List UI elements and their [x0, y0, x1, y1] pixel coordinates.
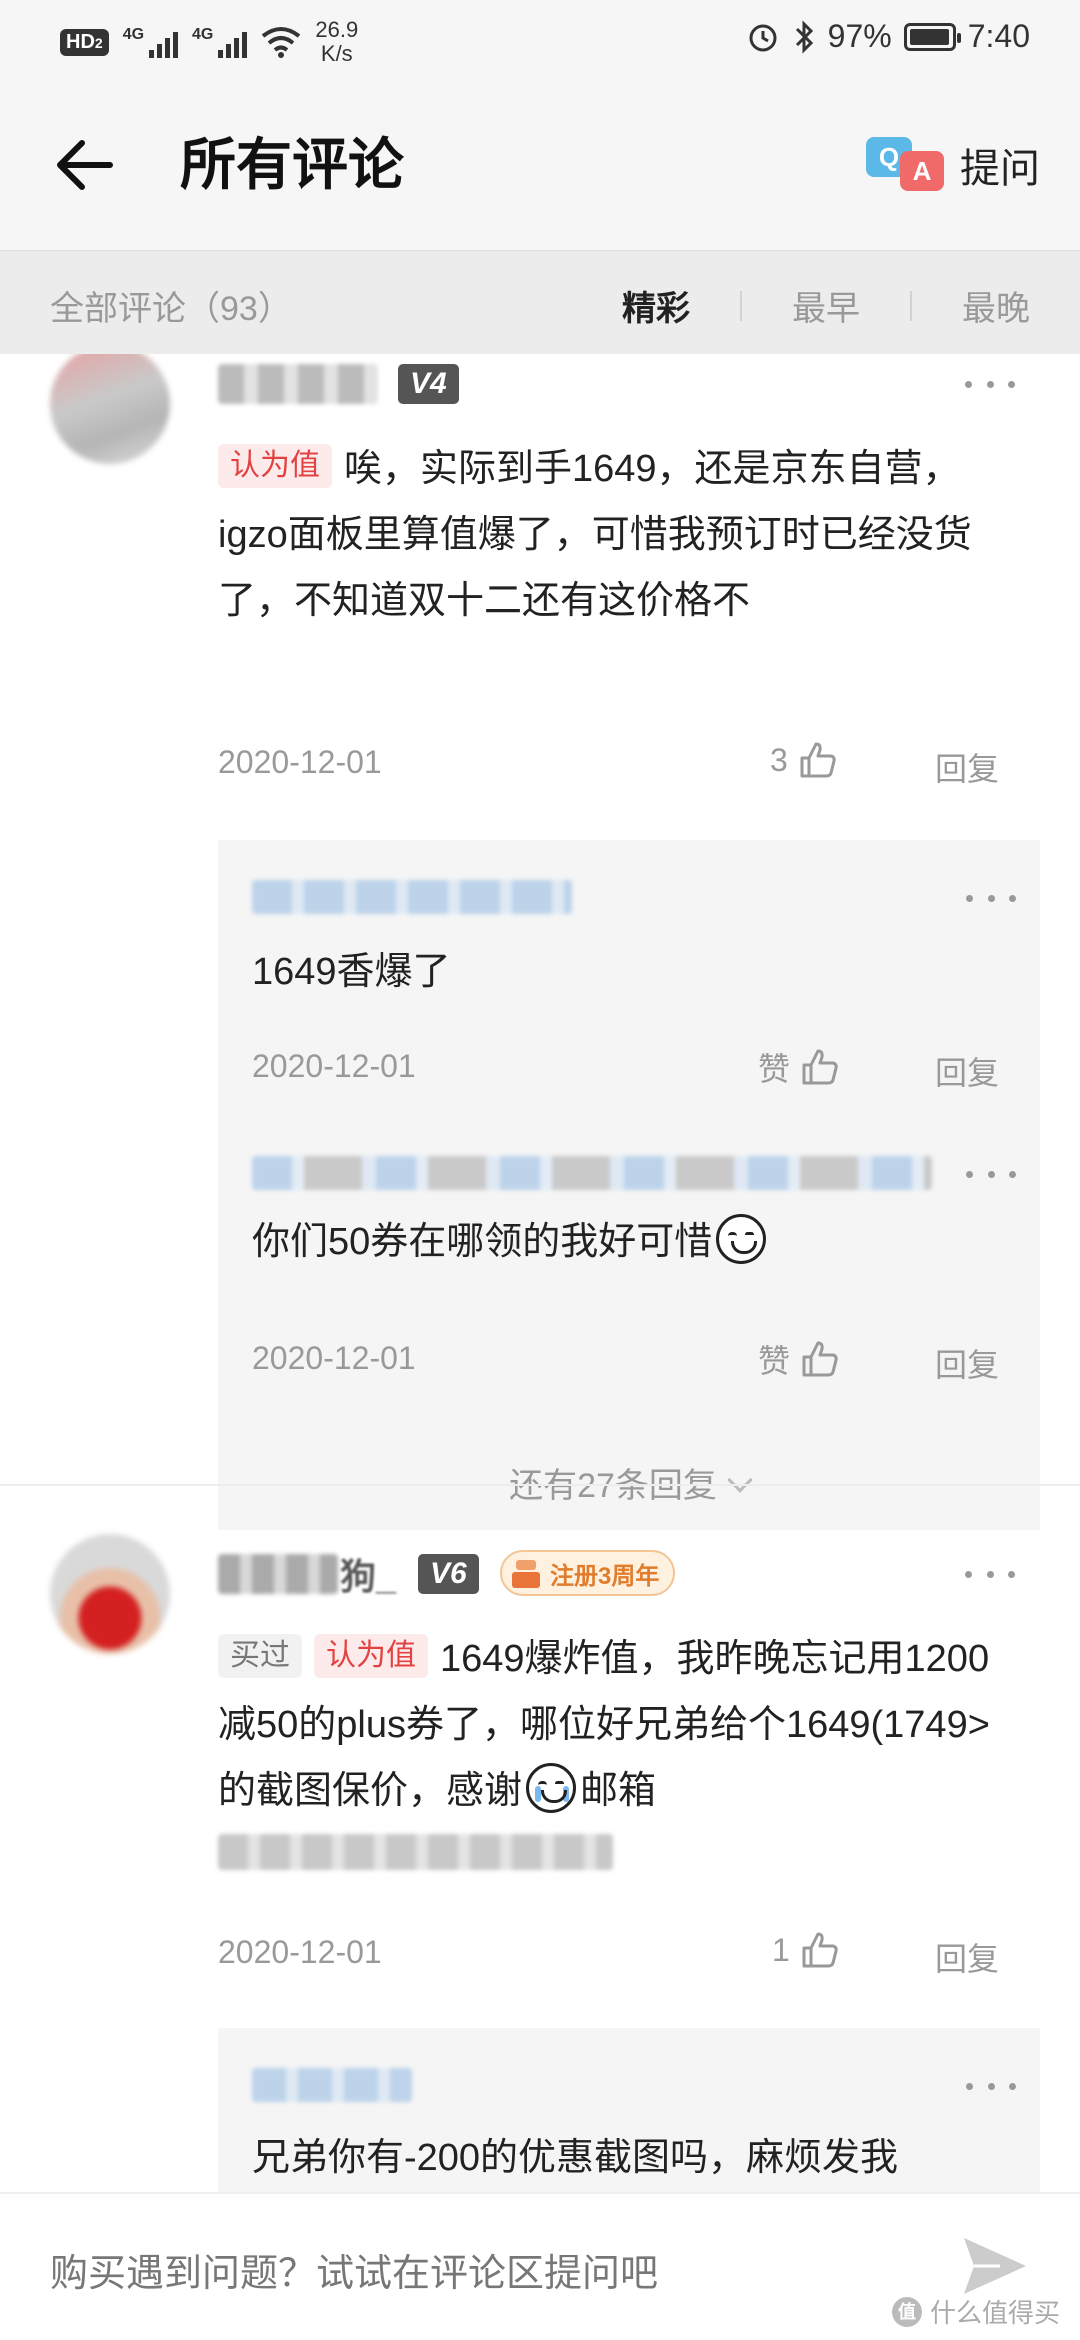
like-label: 赞 — [758, 1051, 791, 1087]
comment-input-bar: 购买遇到问题？试试在评论区提问吧 值 什么值得买 — [0, 2192, 1080, 2340]
wifi-icon — [262, 27, 301, 58]
more-options-icon[interactable] — [966, 2076, 1016, 2096]
comment-list[interactable]: V4 认为值 唉，实际到手1649，还是京东自营，igzo面板里算值爆了，可惜我预… — [0, 354, 1080, 2192]
reply-username-redacted[interactable] — [252, 880, 572, 914]
app-header: 所有评论 Q A 提问 — [0, 80, 1080, 250]
comment-date: 2020-12-01 — [218, 744, 382, 780]
ask-question-button[interactable]: Q A 提问 — [866, 130, 1040, 200]
battery-percent: 97% — [827, 18, 892, 54]
reply-thread: 兄弟你有-200的优惠截图吗，麻烦发我 — [218, 2028, 1040, 2192]
level-badge: V6 — [418, 1554, 479, 1594]
chevron-down-icon — [727, 1467, 753, 1493]
bluetooth-icon — [795, 19, 813, 54]
comment-body: 买过 认为值 1649爆炸值，我昨晚忘记用1200减50的plus券了，哪位好兄弟给… — [218, 1626, 1018, 1824]
thumbs-up-icon — [802, 1049, 838, 1085]
reply-date: 2020-12-01 — [252, 1048, 416, 1084]
avatar[interactable] — [50, 354, 170, 464]
more-options-icon[interactable] — [965, 374, 1015, 394]
comment-filter-bar: 全部评论（93） 精彩 最早 最晚 — [0, 250, 1080, 354]
comment-divider — [0, 1484, 1080, 1486]
more-options-icon[interactable] — [966, 1164, 1016, 1184]
reply-username-redacted[interactable] — [252, 1156, 932, 1190]
reply-text: 你们50券在哪领的我好可惜 — [252, 1212, 770, 1272]
reply-button[interactable]: 回复 — [935, 744, 999, 790]
sort-tabs: 精彩 最早 最晚 — [622, 281, 1030, 330]
thumbs-up-icon — [802, 1341, 838, 1377]
hd-badge: HD2 — [60, 28, 109, 56]
reply-text: 1649香爆了 — [252, 951, 451, 993]
thumbs-up-icon — [802, 1932, 838, 1968]
thumbs-up-icon — [800, 742, 836, 778]
status-left: HD2 4G 4G 26.9 K/s — [60, 18, 358, 66]
all-comments-count: 全部评论（93） — [50, 290, 292, 328]
smirk-emoji-icon — [716, 1214, 767, 1264]
qa-icon: Q A — [866, 137, 946, 193]
more-replies-link[interactable]: 还有27条回复 — [218, 1458, 1040, 1507]
signal-icon-2: 4G — [192, 26, 248, 58]
reply-button[interactable]: 回复 — [935, 1048, 999, 1094]
tab-earliest[interactable]: 最早 — [792, 281, 860, 330]
like-button[interactable]: 1 — [772, 1930, 840, 1970]
like-count: 1 — [772, 1931, 790, 1968]
reply-username-redacted[interactable] — [252, 2068, 412, 2102]
crying-emoji-icon — [526, 1763, 577, 1813]
username-redacted[interactable] — [218, 364, 378, 404]
tab-latest[interactable]: 最晚 — [962, 281, 1030, 330]
more-options-icon[interactable] — [965, 1564, 1015, 1584]
tag-worth: 认为值 — [218, 444, 332, 488]
tab-divider — [910, 290, 912, 321]
anniversary-badge: 注册3周年 — [500, 1550, 676, 1596]
reply-thread: 1649香爆了 2020-12-01 赞 回复 你们50券在哪领的我好可惜 20… — [218, 840, 1040, 1530]
ask-label: 提问 — [960, 147, 1040, 191]
like-label: 赞 — [758, 1343, 791, 1379]
reply-like-button[interactable]: 赞 — [758, 1336, 840, 1382]
status-right: 97% 7:40 — [746, 18, 1030, 55]
status-bar: HD2 4G 4G 26.9 K/s 97% 7:40 — [0, 0, 1080, 80]
email-redacted — [218, 1834, 613, 1870]
comment-item: V4 认为值 唉，实际到手1649，还是京东自营，igzo面板里算值爆了，可惜我预… — [0, 354, 1080, 1530]
battery-icon — [903, 22, 961, 51]
level-badge: V4 — [398, 364, 459, 404]
page-title: 所有评论 — [180, 133, 404, 196]
tab-divider — [740, 290, 742, 321]
watermark-logo-icon: 值 — [891, 2296, 922, 2327]
more-options-icon[interactable] — [966, 888, 1016, 908]
alarm-icon — [749, 24, 777, 51]
tag-worth: 认为值 — [314, 1634, 428, 1678]
reply-button[interactable]: 回复 — [935, 1340, 999, 1386]
reply-like-button[interactable]: 赞 — [758, 1044, 840, 1090]
signal-icon: 4G — [123, 26, 179, 58]
avatar[interactable] — [50, 1534, 170, 1654]
username-redacted[interactable] — [218, 1554, 338, 1594]
cake-icon — [510, 1558, 542, 1588]
network-speed: 26.9 K/s — [315, 17, 359, 66]
back-arrow-icon[interactable] — [50, 130, 120, 200]
send-icon[interactable] — [960, 2234, 1030, 2298]
like-count: 3 — [770, 741, 788, 778]
reply-button[interactable]: 回复 — [935, 1934, 999, 1980]
reply-text: 兄弟你有-200的优惠截图吗，麻烦发我 — [252, 2137, 899, 2179]
reply-date: 2020-12-01 — [252, 1340, 416, 1376]
comment-input[interactable]: 购买遇到问题？试试在评论区提问吧 — [50, 2242, 658, 2297]
clock: 7:40 — [967, 18, 1030, 54]
tag-bought: 买过 — [218, 1634, 302, 1678]
comment-body: 认为值 唉，实际到手1649，还是京东自营，igzo面板里算值爆了，可惜我预订时已… — [218, 436, 1018, 634]
username-suffix[interactable]: 狗_ — [340, 1548, 396, 1600]
comment-date: 2020-12-01 — [218, 1934, 382, 1970]
tab-featured[interactable]: 精彩 — [622, 281, 690, 330]
site-watermark: 值 什么值得买 — [891, 2293, 1060, 2330]
comment-item: 狗_ V6 注册3周年 买过 认为值 1649爆炸值，我昨晚忘记用1200减50的p… — [0, 1534, 1080, 2192]
like-button[interactable]: 3 — [770, 740, 838, 780]
